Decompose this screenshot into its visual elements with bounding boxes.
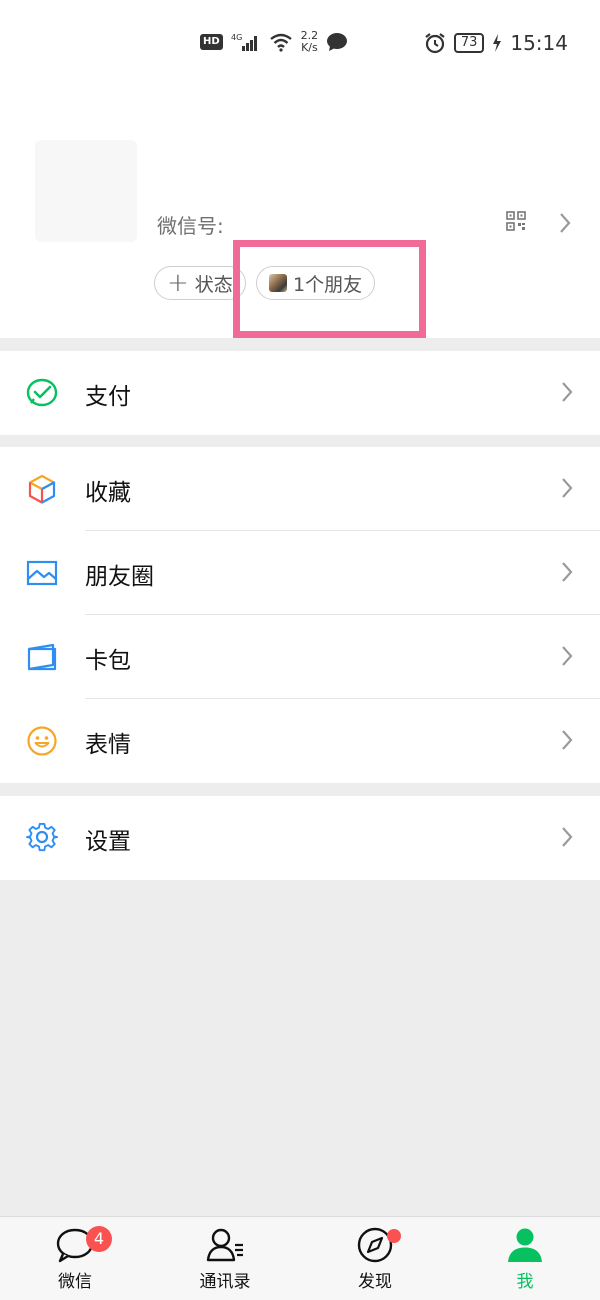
menu-label-cards: 卡包 — [85, 648, 131, 674]
moments-image-icon — [26, 560, 58, 586]
message-notification-icon — [327, 33, 348, 51]
hd-icon: HD — [200, 34, 223, 50]
battery-indicator: 73 — [453, 33, 485, 53]
wifi-icon — [269, 33, 292, 52]
status-bar: HD 4G 2.2 K/s 73 15:14 — [0, 0, 600, 90]
menu-label-stickers: 表情 — [85, 732, 131, 758]
qr-code-icon[interactable] — [506, 211, 526, 231]
wechat-id-label: 微信号: — [157, 214, 224, 238]
net-speed-unit: K/s — [301, 41, 318, 54]
tab-label-contacts: 通讯录 — [199, 1272, 251, 1292]
gear-icon — [26, 822, 58, 852]
chevron-right-icon — [562, 730, 573, 750]
favorites-cube-icon — [28, 474, 56, 504]
chevron-right-icon[interactable] — [558, 212, 572, 234]
menu-group-main: 收藏 朋友圈 卡包 表情 — [0, 447, 600, 783]
contacts-icon — [206, 1228, 243, 1262]
tab-chats[interactable]: 4 微信 — [15, 1226, 135, 1292]
person-icon — [508, 1228, 542, 1262]
menu-label-moments: 朋友圈 — [85, 564, 154, 590]
new-indicator-dot — [387, 1229, 401, 1243]
menu-item-pay[interactable]: 支付 — [0, 351, 600, 435]
menu-label-settings: 设置 — [85, 829, 131, 855]
menu-group-settings: 设置 — [0, 796, 600, 880]
tab-discover[interactable]: 发现 — [315, 1227, 435, 1292]
chevron-right-icon — [562, 382, 573, 402]
menu-item-cards[interactable]: 卡包 — [0, 615, 600, 699]
bottom-tab-bar: 4 微信 通讯录 发现 我 — [0, 1216, 600, 1300]
chevron-right-icon — [562, 827, 573, 847]
chevron-right-icon — [562, 562, 573, 582]
tab-label-chats: 微信 — [58, 1272, 92, 1292]
alarm-icon — [425, 33, 445, 54]
menu-label-pay: 支付 — [85, 384, 131, 410]
menu-item-stickers[interactable]: 表情 — [0, 699, 600, 783]
menu-item-favorites[interactable]: 收藏 — [0, 447, 600, 531]
clock: 15:14 — [510, 31, 568, 55]
status-left: HD 4G 2.2 K/s — [200, 30, 348, 54]
menu-label-favorites: 收藏 — [85, 480, 131, 506]
smiley-icon — [27, 726, 57, 756]
highlight-box — [233, 240, 426, 338]
tab-label-me: 我 — [516, 1272, 534, 1292]
pay-icon — [26, 378, 58, 407]
menu-item-moments[interactable]: 朋友圈 — [0, 531, 600, 615]
tab-me[interactable]: 我 — [465, 1227, 585, 1292]
tab-contacts[interactable]: 通讯录 — [165, 1227, 285, 1292]
net-speed: 2.2 K/s — [301, 30, 319, 54]
svg-text:4G: 4G — [231, 33, 242, 42]
card-wallet-icon — [27, 643, 57, 671]
avatar[interactable] — [35, 140, 137, 242]
signal-icon: 4G — [231, 33, 257, 51]
status-right: 73 15:14 — [424, 31, 568, 55]
me-screen: HD 4G 2.2 K/s 73 15:14 微信号: + 状态 1个朋友 支付… — [0, 0, 600, 1300]
menu-item-settings[interactable]: 设置 — [0, 796, 600, 880]
charging-icon — [493, 34, 502, 52]
menu-group-pay: 支付 — [0, 351, 600, 435]
status-button-label: 状态 — [194, 273, 233, 296]
plus-icon: + — [167, 268, 189, 298]
tab-label-discover: 发现 — [358, 1272, 392, 1292]
chevron-right-icon — [562, 478, 573, 498]
chevron-right-icon — [562, 646, 573, 666]
unread-badge: 4 — [86, 1226, 112, 1252]
